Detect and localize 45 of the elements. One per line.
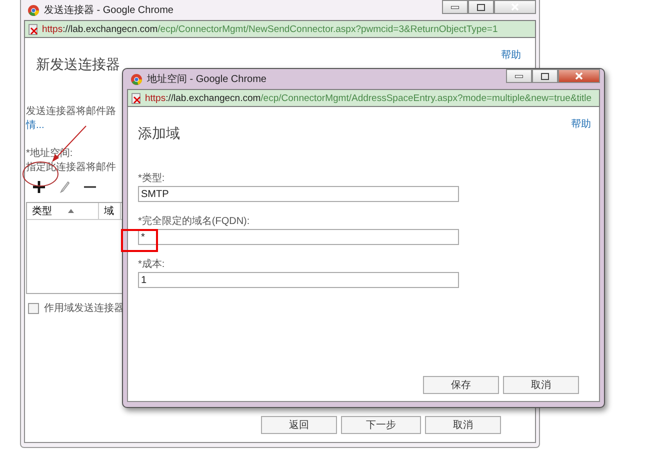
- remove-button[interactable]: [84, 185, 96, 189]
- dialog-button[interactable]: 取消: [425, 416, 501, 434]
- maximize-icon: [477, 4, 485, 10]
- field-label: *成本:: [138, 258, 165, 271]
- minimize-button[interactable]: [506, 69, 532, 83]
- help-link[interactable]: 帮助: [501, 48, 521, 62]
- minimize-button[interactable]: [442, 0, 468, 14]
- field-label: *地址空间:: [26, 146, 73, 160]
- details-link[interactable]: 情...: [26, 118, 44, 132]
- pencil-icon: [60, 181, 70, 193]
- dialog-button[interactable]: 保存: [423, 376, 499, 394]
- close-icon: [511, 3, 519, 11]
- maximize-icon: [541, 72, 549, 80]
- close-button[interactable]: [558, 69, 600, 83]
- page-heading: 新发送连接器: [36, 56, 120, 74]
- edit-button[interactable]: [60, 181, 70, 193]
- field-label: *类型:: [138, 172, 165, 185]
- maximize-button[interactable]: [468, 0, 494, 14]
- field-label: *完全限定的域名(FQDN):: [138, 214, 250, 228]
- input-field[interactable]: 1: [138, 272, 459, 288]
- highlight-box: [121, 229, 158, 252]
- input-field[interactable]: *: [138, 229, 459, 245]
- input-field[interactable]: SMTP: [138, 186, 459, 202]
- dialog-heading: 添加域: [138, 125, 180, 143]
- minimize-icon: [515, 74, 523, 78]
- address-bar[interactable]: https://lab.exchangecn.com/ecp/ConnectorMgmt/AddressSpaceEntry.aspx?mode=multiple&new=true&title: [127, 89, 600, 107]
- minimize-icon: [451, 6, 459, 8]
- minus-icon: [84, 185, 96, 189]
- add-button[interactable]: [32, 180, 46, 194]
- browser-logo-icon: [131, 74, 142, 84]
- maximize-button[interactable]: [532, 69, 558, 83]
- description-text: 发送连接器将邮件路: [26, 104, 116, 118]
- close-icon: [575, 72, 583, 80]
- checkbox[interactable]: [28, 302, 39, 314]
- browser-logo-icon: [28, 4, 39, 16]
- dialog-button[interactable]: 下一步: [341, 416, 421, 434]
- window-title: 地址空间 - Google Chrome: [147, 72, 266, 86]
- dialog-button[interactable]: 返回: [261, 416, 337, 434]
- address-bar[interactable]: https://lab.exchangecn.com/ecp/ConnectorMgmt/NewSendConnector.aspx?pwmcid=3&ReturnObjectType=1: [24, 20, 536, 38]
- insecure-page-icon: [131, 92, 142, 104]
- insecure-page-icon: [28, 24, 39, 34]
- dialog-button[interactable]: 取消: [503, 376, 579, 394]
- plus-icon: [32, 180, 46, 194]
- window-title: 发送连接器 - Google Chrome: [44, 4, 174, 17]
- help-link[interactable]: 帮助: [571, 117, 591, 131]
